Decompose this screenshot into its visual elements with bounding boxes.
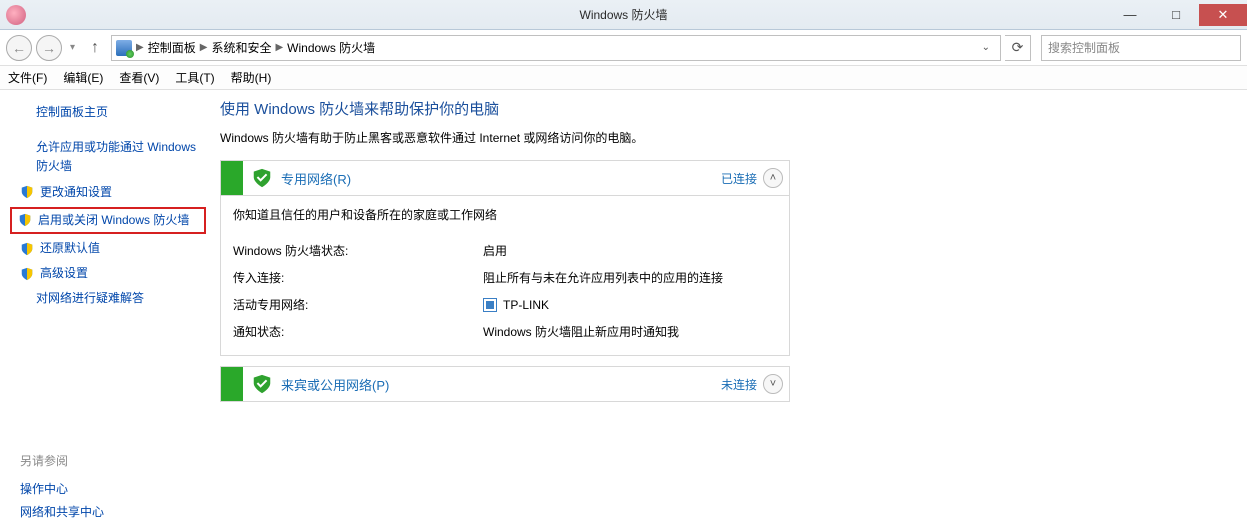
public-network-title: 来宾或公用网络(P) <box>281 375 389 394</box>
kv-val: 阻止所有与未在允许应用列表中的应用的连接 <box>483 269 723 286</box>
menu-tools[interactable]: 工具(T) <box>175 69 214 86</box>
network-device-icon <box>483 298 497 312</box>
shield-check-icon <box>251 373 273 395</box>
private-network-title: 专用网络(R) <box>281 169 351 188</box>
breadcrumb-mid[interactable]: 系统和安全 <box>211 39 271 56</box>
sidebar-toggle-firewall[interactable]: 启用或关闭 Windows 防火墙 <box>10 207 206 234</box>
kv-key: 活动专用网络: <box>233 296 483 313</box>
menu-help[interactable]: 帮助(H) <box>231 69 272 86</box>
sidebar-restore-default[interactable]: 还原默认值 <box>0 236 212 261</box>
sidebar-label: 高级设置 <box>40 264 88 283</box>
search-input[interactable]: 搜索控制面板 <box>1041 35 1241 61</box>
page-heading: 使用 Windows 防火墙来帮助保护你的电脑 <box>220 98 1227 119</box>
chevron-down-icon[interactable]: ˅ <box>763 374 783 394</box>
window-titlebar: Windows 防火墙 — □ ✕ <box>0 0 1247 30</box>
status-bar-green <box>221 367 243 401</box>
sidebar: 控制面板主页 允许应用或功能通过 Windows 防火墙 更改通知设置 启用或关… <box>0 90 212 500</box>
main-content: 使用 Windows 防火墙来帮助保护你的电脑 Windows 防火墙有助于防止… <box>212 90 1247 500</box>
sidebar-label: 对网络进行疑难解答 <box>36 289 144 308</box>
shield-check-icon <box>251 167 273 189</box>
active-network-name: TP-LINK <box>503 298 549 312</box>
address-dropdown[interactable]: ⌄ <box>976 42 996 53</box>
public-network-panel: 来宾或公用网络(P) 未连接 ˅ <box>220 366 790 402</box>
kv-notify: 通知状态: Windows 防火墙阻止新应用时通知我 <box>233 318 777 345</box>
shield-icon <box>18 213 32 227</box>
up-button[interactable]: ↑ <box>83 36 107 60</box>
sidebar-label: 还原默认值 <box>40 239 100 258</box>
kv-val: 启用 <box>483 242 507 259</box>
app-icon <box>6 5 26 25</box>
shield-icon <box>20 242 34 256</box>
kv-val: TP-LINK <box>483 296 549 313</box>
window-title: Windows 防火墙 <box>579 6 667 23</box>
see-also-heading: 另请参阅 <box>20 452 212 469</box>
refresh-button[interactable]: ⟳ <box>1005 35 1031 61</box>
address-bar[interactable]: ▶ 控制面板 ▶ 系统和安全 ▶ Windows 防火墙 ⌄ <box>111 35 1001 61</box>
minimize-button[interactable]: — <box>1107 4 1153 26</box>
status-bar-green <box>221 161 243 195</box>
navigation-bar: ← → ▾ ↑ ▶ 控制面板 ▶ 系统和安全 ▶ Windows 防火墙 ⌄ ⟳… <box>0 30 1247 66</box>
maximize-button[interactable]: □ <box>1153 4 1199 26</box>
breadcrumb-leaf[interactable]: Windows 防火墙 <box>287 39 375 56</box>
history-dropdown[interactable]: ▾ <box>66 42 79 53</box>
private-network-body: 你知道且信任的用户和设备所在的家庭或工作网络 Windows 防火墙状态: 启用… <box>221 195 789 355</box>
shield-icon <box>20 267 34 281</box>
kv-key: 传入连接: <box>233 269 483 286</box>
kv-key: Windows 防火墙状态: <box>233 242 483 259</box>
control-panel-icon <box>116 40 132 56</box>
private-network-header[interactable]: 专用网络(R) 已连接 ˄ <box>221 161 789 195</box>
shield-icon <box>20 185 34 199</box>
back-button[interactable]: ← <box>6 35 32 61</box>
window-buttons: — □ ✕ <box>1107 4 1247 26</box>
kv-active-net: 活动专用网络: TP-LINK <box>233 291 777 318</box>
menu-edit[interactable]: 编辑(E) <box>63 69 103 86</box>
private-network-panel: 专用网络(R) 已连接 ˄ 你知道且信任的用户和设备所在的家庭或工作网络 Win… <box>220 160 790 356</box>
sidebar-label: 启用或关闭 Windows 防火墙 <box>38 211 189 230</box>
sidebar-label: 允许应用或功能通过 Windows 防火墙 <box>36 138 204 176</box>
forward-button[interactable]: → <box>36 35 62 61</box>
sidebar-allow-app[interactable]: 允许应用或功能通过 Windows 防火墙 <box>0 135 212 179</box>
chevron-right-icon: ▶ <box>200 42 208 53</box>
link-network-sharing[interactable]: 网络和共享中心 <box>20 500 212 523</box>
menu-file[interactable]: 文件(F) <box>8 69 47 86</box>
chevron-right-icon: ▶ <box>136 42 144 53</box>
private-network-desc: 你知道且信任的用户和设备所在的家庭或工作网络 <box>233 206 777 223</box>
menu-view[interactable]: 查看(V) <box>119 69 159 86</box>
link-action-center[interactable]: 操作中心 <box>20 477 212 500</box>
sidebar-label: 更改通知设置 <box>40 183 112 202</box>
breadcrumb-root[interactable]: 控制面板 <box>148 39 196 56</box>
kv-key: 通知状态: <box>233 323 483 340</box>
public-network-header[interactable]: 来宾或公用网络(P) 未连接 ˅ <box>221 367 789 401</box>
kv-val: Windows 防火墙阻止新应用时通知我 <box>483 323 679 340</box>
body: 控制面板主页 允许应用或功能通过 Windows 防火墙 更改通知设置 启用或关… <box>0 90 1247 500</box>
private-network-status: 已连接 <box>721 170 763 187</box>
sidebar-troubleshoot[interactable]: 对网络进行疑难解答 <box>0 286 212 311</box>
sidebar-see-also: 另请参阅 操作中心 网络和共享中心 <box>0 452 212 523</box>
close-button[interactable]: ✕ <box>1199 4 1247 26</box>
sidebar-control-panel-home[interactable]: 控制面板主页 <box>0 100 212 125</box>
chevron-up-icon[interactable]: ˄ <box>763 168 783 188</box>
public-network-status: 未连接 <box>721 376 763 393</box>
chevron-right-icon: ▶ <box>275 42 283 53</box>
sidebar-label: 控制面板主页 <box>36 103 108 122</box>
breadcrumb: ▶ 控制面板 ▶ 系统和安全 ▶ Windows 防火墙 <box>136 39 375 56</box>
kv-incoming: 传入连接: 阻止所有与未在允许应用列表中的应用的连接 <box>233 264 777 291</box>
menu-bar: 文件(F) 编辑(E) 查看(V) 工具(T) 帮助(H) <box>0 66 1247 90</box>
search-placeholder: 搜索控制面板 <box>1048 39 1120 56</box>
sidebar-advanced[interactable]: 高级设置 <box>0 261 212 286</box>
page-intro: Windows 防火墙有助于防止黑客或恶意软件通过 Internet 或网络访问… <box>220 129 1227 146</box>
sidebar-change-notify[interactable]: 更改通知设置 <box>0 180 212 205</box>
kv-state: Windows 防火墙状态: 启用 <box>233 237 777 264</box>
